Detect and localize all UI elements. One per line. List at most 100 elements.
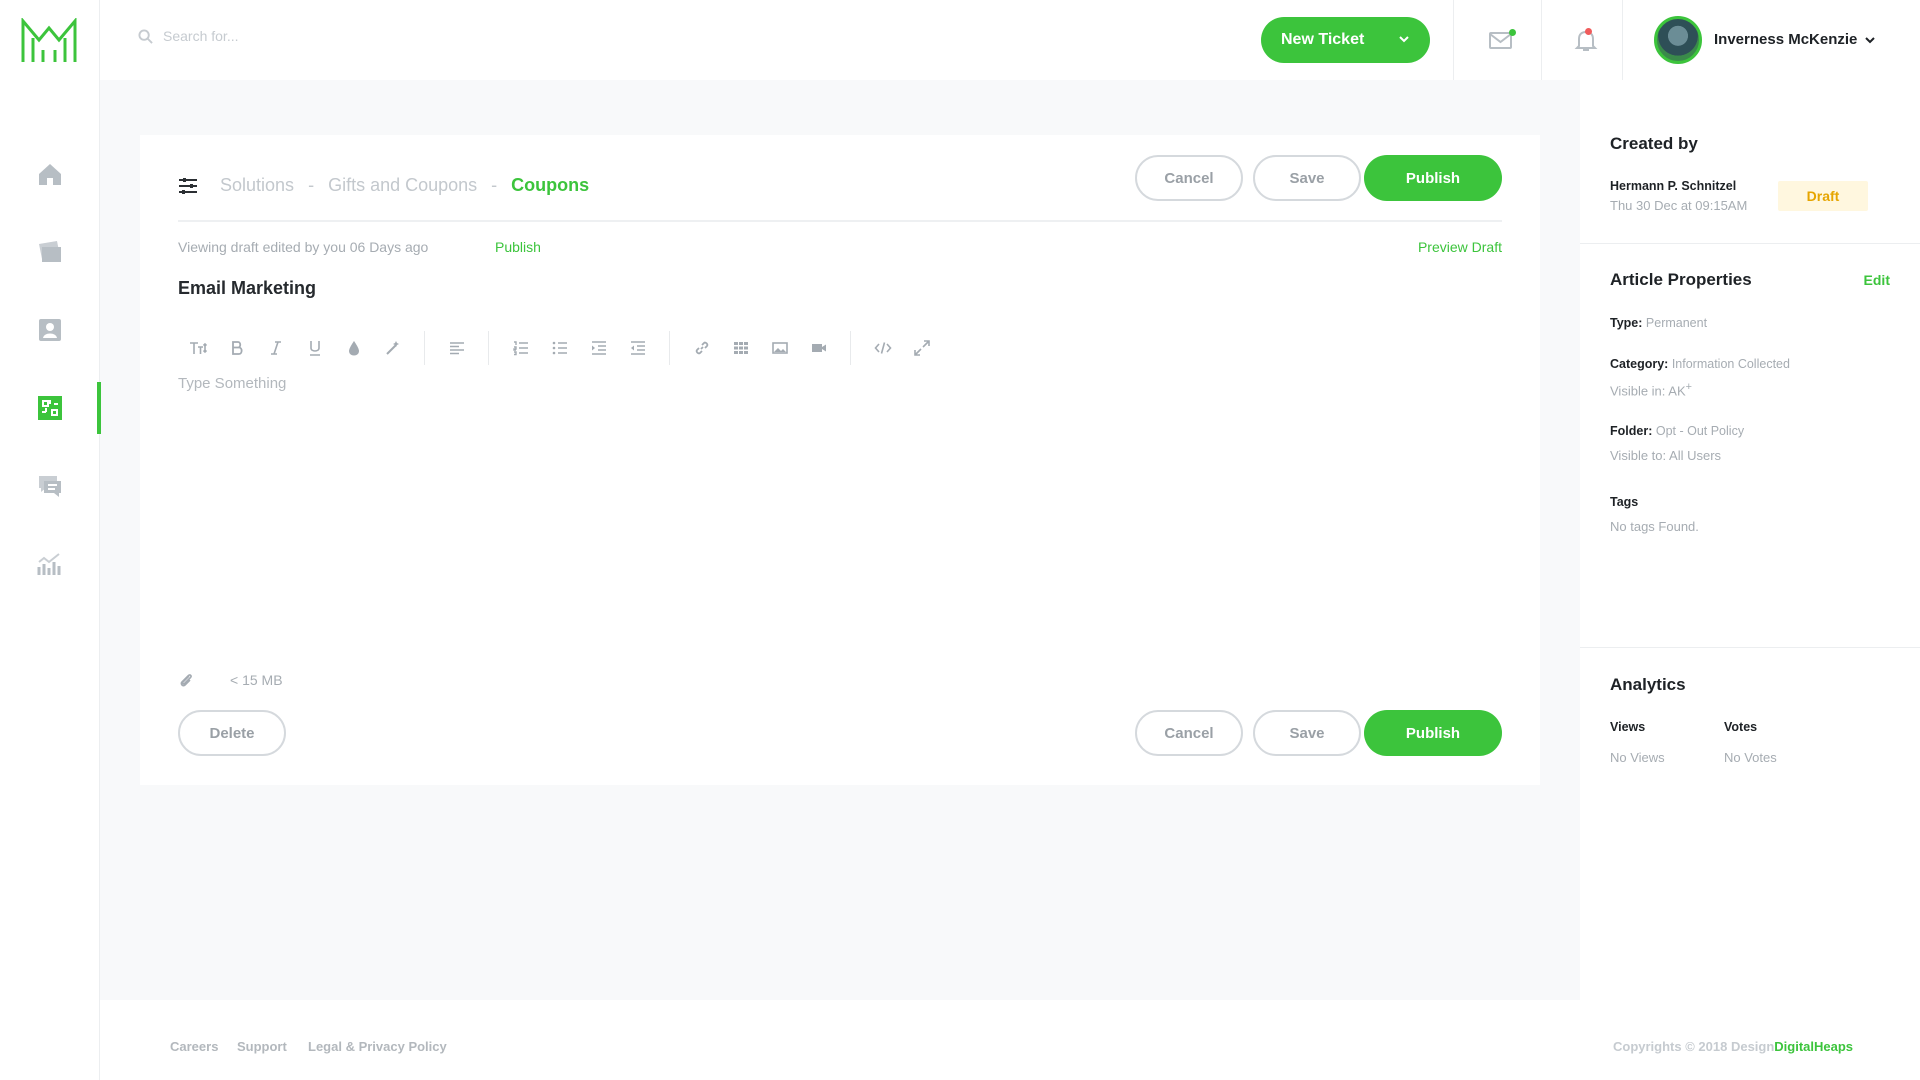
solutions-icon (38, 396, 62, 420)
cancel-button[interactable]: Cancel (1135, 710, 1243, 756)
underline-button[interactable] (295, 333, 334, 363)
created-by-section: Created by Hermann P. Schnitzel Thu 30 D… (1580, 80, 1920, 244)
bullet-list-button[interactable] (540, 333, 579, 363)
text-color-button[interactable] (334, 333, 373, 363)
image-icon (771, 342, 788, 354)
created-by-heading: Created by (1610, 134, 1698, 153)
app-logo[interactable] (19, 18, 79, 64)
category-value: Information Collected (1671, 357, 1790, 371)
sidebar-item-contacts[interactable] (0, 304, 100, 356)
article-side-panel: Created by Hermann P. Schnitzel Thu 30 D… (1580, 80, 1920, 1000)
bold-button[interactable] (217, 333, 256, 363)
footer-link-support[interactable]: Support (237, 1039, 287, 1054)
tags-value: No tags Found. (1610, 519, 1699, 534)
footer-link-legal[interactable]: Legal & Privacy Policy (308, 1039, 447, 1054)
user-menu[interactable]: Inverness McKenzie (1714, 31, 1876, 48)
property-category: Category: Information Collected (1610, 357, 1790, 371)
copyright-label: Copyrights © 2018 Design (1613, 1039, 1775, 1054)
contacts-icon (39, 319, 61, 341)
cancel-button[interactable]: Cancel (1135, 155, 1243, 201)
meta-publish-link[interactable]: Publish (495, 239, 541, 255)
analytics-section: Analytics Views No Views Votes No Votes (1580, 648, 1920, 828)
chevron-down-icon (1865, 36, 1876, 43)
search-box (138, 28, 463, 44)
article-properties-heading: Article Properties (1610, 270, 1752, 289)
save-button[interactable]: Save (1253, 155, 1361, 201)
search-icon (138, 28, 153, 44)
new-ticket-button[interactable]: New Ticket (1261, 17, 1430, 63)
publish-button[interactable]: Publish (1364, 710, 1502, 756)
expand-icon (913, 340, 930, 356)
breadcrumb-gifts-and-coupons[interactable]: Gifts and Coupons (328, 175, 477, 196)
breadcrumb-separator: - (308, 175, 315, 195)
chevron-down-icon[interactable] (1398, 33, 1410, 45)
toolbar-divider (669, 331, 670, 365)
table-button[interactable] (721, 333, 760, 363)
avatar[interactable] (1654, 16, 1702, 64)
visible-in-value: Visible in: AK (1610, 383, 1686, 399)
home-icon (39, 164, 61, 185)
clear-format-button[interactable] (373, 333, 412, 363)
article-title[interactable]: Email Marketing (178, 278, 316, 299)
bold-icon (231, 341, 243, 355)
copyright-brand[interactable]: DigitalHeaps (1774, 1039, 1853, 1054)
indent-icon (591, 341, 606, 355)
link-icon (695, 341, 708, 355)
code-view-button[interactable] (863, 333, 902, 363)
sidebar-item-forums[interactable] (0, 460, 100, 512)
article-editor-card: Solutions - Gifts and Coupons - Coupons … (140, 135, 1540, 785)
fullscreen-button[interactable] (902, 333, 941, 363)
topbar: New Ticket Inverness McKenzie (100, 0, 1920, 80)
breadcrumb-coupons: Coupons (511, 175, 590, 195)
sidebar-item-tickets[interactable] (0, 226, 100, 278)
paperclip-icon[interactable] (178, 672, 194, 688)
indent-button[interactable] (579, 333, 618, 363)
edit-properties-link[interactable]: Edit (1864, 272, 1890, 288)
preview-draft-link[interactable]: Preview Draft (1418, 239, 1502, 255)
breadcrumb-solutions[interactable]: Solutions (220, 175, 294, 196)
sidebar-item-home[interactable] (0, 148, 100, 200)
outdent-button[interactable] (618, 333, 657, 363)
save-button[interactable]: Save (1253, 710, 1361, 756)
outdent-icon (630, 341, 645, 355)
link-button[interactable] (682, 333, 721, 363)
align-left-icon (449, 342, 464, 355)
tickets-icon (39, 241, 61, 262)
forums-icon (39, 476, 61, 497)
font-size-icon (189, 342, 207, 354)
video-button[interactable] (799, 333, 838, 363)
align-button[interactable] (437, 333, 476, 363)
unread-dot (1509, 29, 1516, 36)
italic-button[interactable] (256, 333, 295, 363)
delete-button[interactable]: Delete (178, 710, 286, 756)
toolbar-divider (424, 331, 425, 365)
attachment-size-limit: < 15 MB (230, 672, 283, 688)
sidebar (0, 0, 101, 1080)
toolbar-divider (488, 331, 489, 365)
search-input[interactable] (163, 28, 463, 44)
filter-menu-icon[interactable] (178, 177, 198, 195)
notifications-button[interactable] (1572, 26, 1600, 54)
divider (178, 220, 1502, 222)
footer-link-careers[interactable]: Careers (170, 1039, 218, 1054)
breadcrumb-separator: - (491, 175, 498, 195)
attachment-area[interactable]: < 15 MB (178, 672, 283, 688)
views-value: No Views (1610, 750, 1665, 765)
image-button[interactable] (760, 333, 799, 363)
footer: Careers Support Legal & Privacy Policy C… (100, 1000, 1920, 1080)
article-body-editor[interactable]: Type Something (178, 375, 1502, 635)
votes-value: No Votes (1724, 750, 1777, 765)
messages-button[interactable] (1487, 26, 1516, 54)
sidebar-item-solutions[interactable] (0, 382, 101, 434)
publish-button[interactable]: Publish (1364, 155, 1502, 201)
ordered-list-button[interactable] (501, 333, 540, 363)
italic-icon (270, 341, 281, 355)
new-ticket-label: New Ticket (1281, 31, 1365, 48)
category-label: Category: (1610, 357, 1669, 371)
draft-meta-text: Viewing draft edited by you 06 Days ago (178, 239, 429, 255)
video-icon (811, 344, 826, 352)
type-label: Type: (1610, 316, 1643, 330)
visible-in-text: Visible in: AK+ (1610, 381, 1692, 398)
sidebar-item-analytics[interactable] (0, 538, 100, 590)
font-size-button[interactable] (178, 333, 217, 363)
